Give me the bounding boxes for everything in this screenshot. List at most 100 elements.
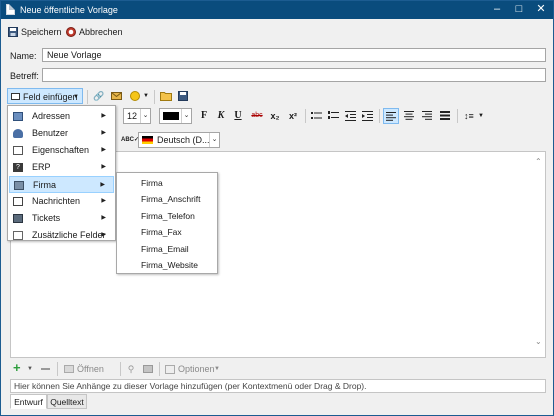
submenu-item-firma-anschrift[interactable]: Firma_Anschrift bbox=[118, 191, 216, 207]
tab-entwurf[interactable]: Entwurf bbox=[10, 394, 47, 409]
superscript-button[interactable]: x² bbox=[286, 108, 300, 124]
firma-submenu: Firma Firma_Anschrift Firma_Telefon Firm… bbox=[116, 172, 218, 274]
open-folder-button[interactable] bbox=[159, 88, 173, 104]
line-spacing-button[interactable]: ↕≡ ▼ bbox=[462, 108, 484, 124]
align-right-icon bbox=[422, 111, 432, 120]
outdent-button[interactable] bbox=[343, 108, 357, 124]
underline-button[interactable]: U bbox=[232, 108, 244, 124]
scroll-up-arrow-icon[interactable]: ⌃ bbox=[535, 157, 542, 166]
align-justify-button[interactable] bbox=[438, 108, 452, 124]
options-dropdown-arrow-icon: ▼ bbox=[214, 366, 220, 372]
font-size-select[interactable]: 12 ⌄ bbox=[123, 108, 151, 124]
field-insert-icon bbox=[11, 93, 20, 100]
add-attachment-button[interactable]: + ▼ bbox=[11, 360, 35, 377]
dropdown-arrow-icon: ▼ bbox=[73, 94, 79, 100]
menu-item-tickets[interactable]: Tickets ▶ bbox=[9, 210, 114, 227]
align-center-icon bbox=[404, 111, 414, 120]
language-value: Deutsch (D... bbox=[157, 135, 210, 145]
maximize-button[interactable]: □ bbox=[508, 1, 530, 19]
menu-item-firma[interactable]: Firma ▶ bbox=[9, 176, 114, 193]
numbered-list-icon bbox=[327, 111, 339, 119]
bullet-list-icon bbox=[310, 112, 322, 119]
language-select[interactable]: Deutsch (D... ⌄ bbox=[138, 132, 220, 148]
strikethrough-button[interactable]: abc bbox=[249, 108, 265, 124]
name-input[interactable]: Neue Vorlage bbox=[42, 48, 546, 62]
menu-item-zusaetzliche-felder[interactable]: Zusätzliche Felder ▶ bbox=[9, 227, 114, 244]
toolbar-separator bbox=[87, 90, 88, 104]
search-attachment-button[interactable]: ⚲ bbox=[125, 361, 137, 377]
menu-item-adressen[interactable]: Adressen ▶ bbox=[9, 108, 114, 125]
extra-fields-icon bbox=[13, 231, 23, 240]
bold-button[interactable]: F bbox=[198, 108, 210, 124]
open-attachment-button[interactable]: Öffnen bbox=[63, 361, 107, 377]
menu-item-eigenschaften[interactable]: Eigenschaften ▶ bbox=[9, 142, 114, 159]
indent-button[interactable] bbox=[360, 108, 374, 124]
chevron-down-icon: ⌄ bbox=[140, 109, 150, 123]
cancel-circle-icon bbox=[66, 27, 76, 37]
line-spacing-dropdown-arrow-icon: ▼ bbox=[478, 113, 484, 119]
email-button[interactable] bbox=[109, 88, 123, 104]
close-button[interactable]: ✕ bbox=[530, 1, 552, 19]
link-button[interactable]: 🔗 bbox=[92, 88, 106, 104]
tab-quelltext[interactable]: Quelltext bbox=[47, 394, 87, 409]
align-left-button[interactable] bbox=[383, 108, 399, 124]
remove-attachment-button[interactable] bbox=[39, 361, 53, 377]
align-right-button[interactable] bbox=[420, 108, 434, 124]
submenu-item-firma[interactable]: Firma bbox=[118, 175, 216, 191]
editor-vertical-scrollbar[interactable]: ⌃ ⌄ bbox=[533, 152, 545, 357]
subscript-button[interactable]: x₂ bbox=[268, 108, 282, 124]
template-window: Neue öffentliche Vorlage – □ ✕ Speichern… bbox=[0, 0, 554, 416]
submenu-item-firma-email[interactable]: Firma_Email bbox=[118, 241, 216, 257]
minimize-button[interactable]: – bbox=[486, 1, 508, 19]
name-label: Name: bbox=[10, 51, 37, 61]
print-attachment-button[interactable] bbox=[142, 361, 154, 377]
insert-field-button[interactable]: Feld einfügen ▼ bbox=[7, 88, 83, 104]
main-toolbar: Speichern Abbrechen bbox=[1, 22, 553, 42]
text-color-swatch bbox=[163, 112, 179, 120]
spellcheck-icon: ABC✓ bbox=[121, 137, 140, 143]
attachment-toolbar: + ▼ Öffnen ⚲ Optionen ▼ bbox=[1, 360, 553, 377]
open-label: Öffnen bbox=[77, 364, 104, 374]
numbered-list-button[interactable] bbox=[326, 108, 340, 124]
save-template-button[interactable] bbox=[176, 88, 190, 104]
align-center-button[interactable] bbox=[402, 108, 416, 124]
text-color-select[interactable]: ⌄ bbox=[159, 108, 192, 124]
toolbar-separator bbox=[57, 362, 58, 376]
toolbar-separator bbox=[154, 90, 155, 104]
submenu-arrow-icon: ▶ bbox=[101, 113, 106, 119]
outdent-icon bbox=[344, 111, 356, 121]
options-label: Optionen bbox=[178, 364, 215, 374]
subject-input[interactable] bbox=[42, 68, 546, 82]
save-label: Speichern bbox=[21, 27, 62, 37]
menu-item-erp[interactable]: ? ERP ▶ bbox=[9, 159, 114, 176]
bullet-list-button[interactable] bbox=[309, 108, 323, 124]
align-justify-icon bbox=[440, 111, 450, 120]
user-icon bbox=[13, 129, 23, 138]
chevron-down-icon: ⌄ bbox=[209, 133, 219, 147]
attachment-drop-area[interactable]: Hier können Sie Anhänge zu dieser Vorlag… bbox=[10, 379, 546, 393]
envelope-icon bbox=[110, 92, 122, 100]
chevron-down-icon: ⌄ bbox=[181, 109, 191, 123]
ticket-icon bbox=[13, 214, 23, 223]
save-button[interactable]: Speichern bbox=[8, 24, 62, 40]
window-title: Neue öffentliche Vorlage bbox=[20, 5, 118, 15]
menu-item-benutzer[interactable]: Benutzer ▶ bbox=[9, 125, 114, 142]
emoji-button[interactable]: ▼ bbox=[128, 88, 150, 104]
submenu-item-firma-fax[interactable]: Firma_Fax bbox=[118, 224, 216, 240]
submenu-item-firma-website[interactable]: Firma_Website bbox=[118, 257, 216, 273]
menu-item-nachrichten[interactable]: Nachrichten ▶ bbox=[9, 193, 114, 210]
options-button[interactable]: Optionen ▼ bbox=[164, 361, 222, 377]
spellcheck-button[interactable]: ABC✓ bbox=[121, 132, 139, 148]
indent-icon bbox=[361, 111, 373, 121]
cancel-button[interactable]: Abbrechen bbox=[66, 24, 123, 40]
scroll-down-arrow-icon[interactable]: ⌄ bbox=[535, 337, 542, 346]
submenu-arrow-icon: ▶ bbox=[101, 198, 106, 204]
floppy-disk-icon bbox=[8, 27, 18, 37]
folder-icon bbox=[160, 92, 172, 101]
toolbar-separator bbox=[159, 362, 160, 376]
insert-field-menu: Adressen ▶ Benutzer ▶ Eigenschaften ▶ ? … bbox=[7, 105, 116, 241]
submenu-item-firma-telefon[interactable]: Firma_Telefon bbox=[118, 208, 216, 224]
document-icon bbox=[6, 4, 15, 15]
insert-field-label: Feld einfügen bbox=[23, 92, 78, 102]
italic-button[interactable]: K bbox=[215, 108, 227, 124]
